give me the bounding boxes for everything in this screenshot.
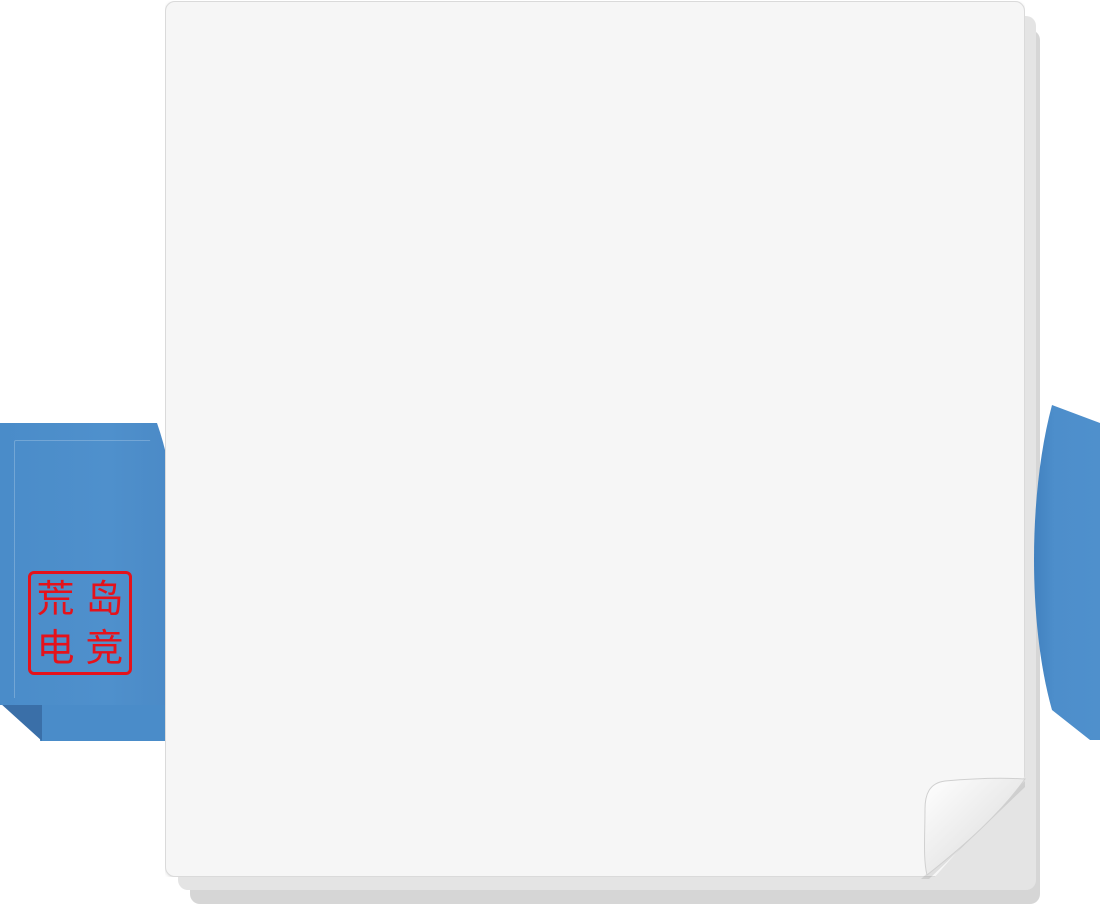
left-tab-body: 荒 岛 电 竞 (0, 423, 180, 705)
left-tab-fold (0, 703, 42, 741)
page-curl-icon (921, 777, 1026, 879)
seal-char: 电 (36, 625, 75, 670)
left-tab-underside (40, 703, 165, 741)
seal-char: 荒 (36, 576, 75, 621)
right-tab-body (1030, 405, 1100, 740)
seal-char: 岛 (85, 576, 124, 621)
seal-char: 竞 (85, 625, 124, 670)
seal-stamp: 荒 岛 电 竞 (28, 571, 132, 675)
paper-sheet (165, 1, 1025, 877)
left-bookmark-tab: 荒 岛 电 竞 (0, 423, 180, 741)
right-bookmark-tab (1030, 405, 1100, 740)
scene: 荒 岛 电 竞 (0, 0, 1100, 904)
